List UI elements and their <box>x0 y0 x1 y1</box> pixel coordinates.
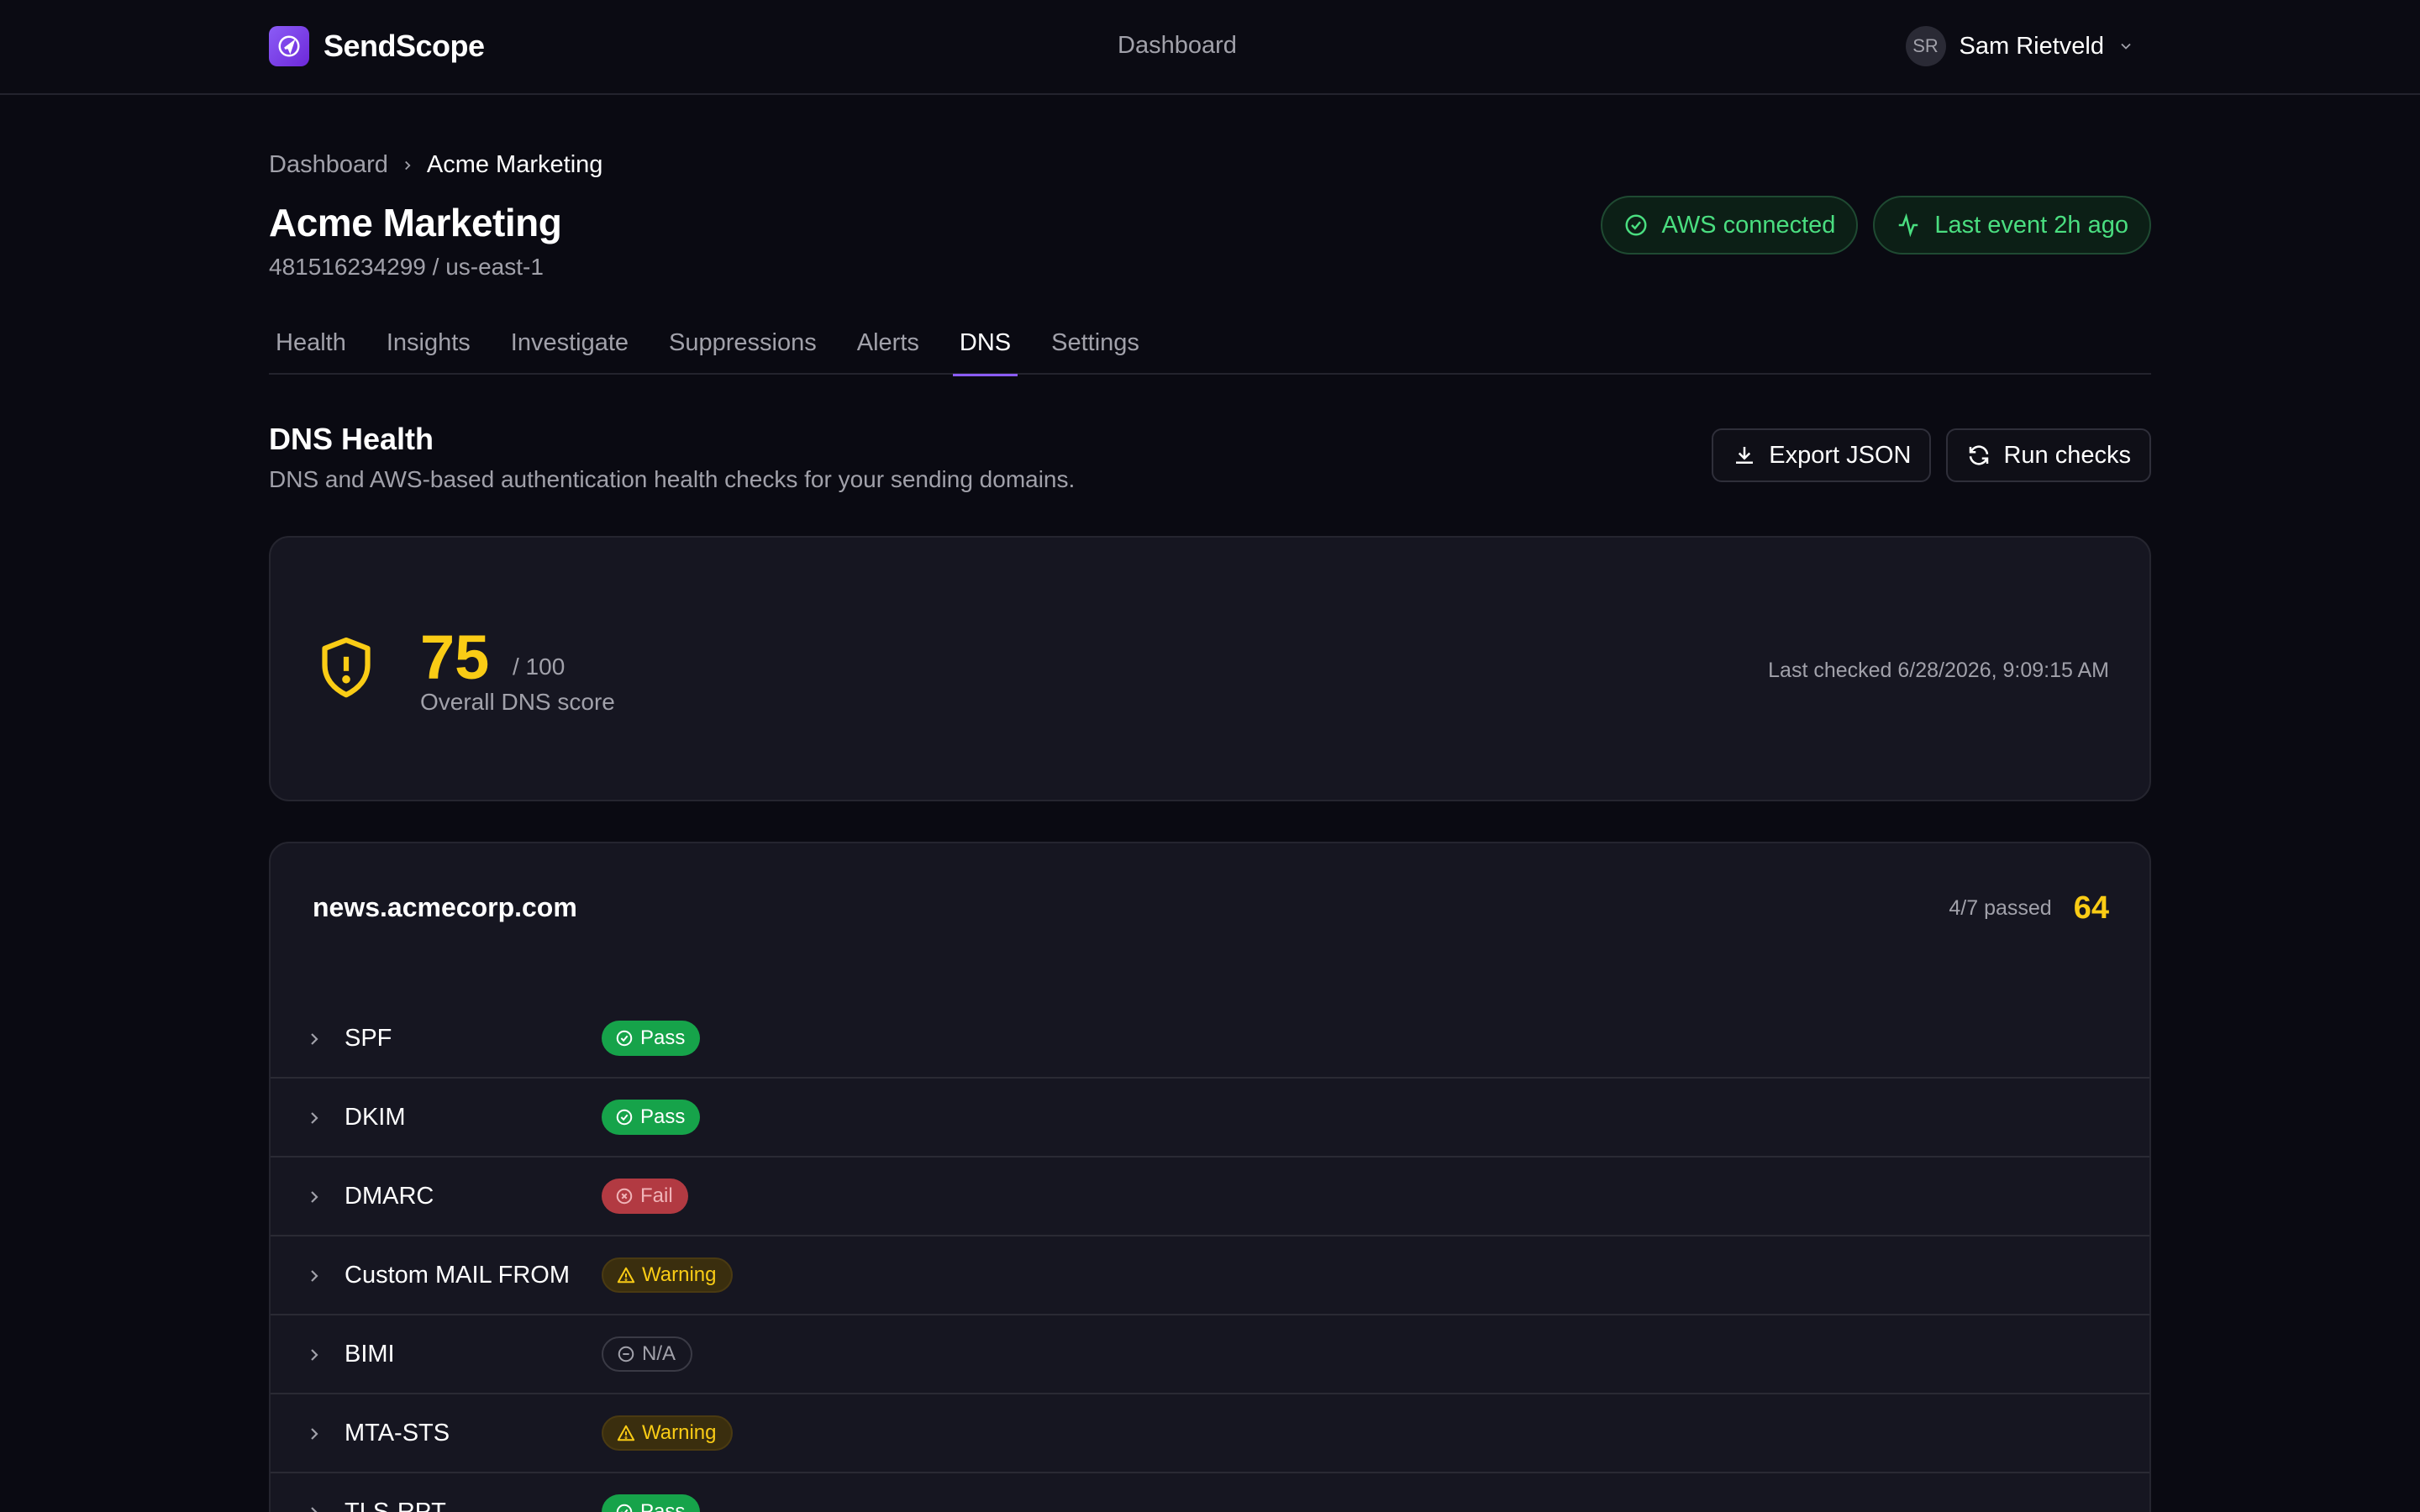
aws-connected-badge: AWS connected <box>1600 196 1859 255</box>
status-label: N/A <box>642 1342 676 1365</box>
last-event-badge: Last event 2h ago <box>1873 196 2151 255</box>
status-label: Fail <box>640 1184 673 1207</box>
check-name: BIMI <box>345 1340 395 1368</box>
top-bar: SendScope Dashboard SR Sam Rietveld <box>0 0 2420 95</box>
check-row-bimi[interactable]: BIMI N/A <box>271 1315 2149 1394</box>
nav-dashboard-link[interactable]: Dashboard <box>1118 32 1237 60</box>
status-badge: Warning <box>602 1415 734 1451</box>
chevron-right-icon <box>311 1270 318 1282</box>
check-list: SPF Pass DKIM Pass DMARC Fail Custom MAI… <box>271 1000 2149 1512</box>
page-title: Acme Marketing <box>269 201 562 244</box>
status-badge: Pass <box>602 1100 701 1135</box>
account-id-region: 481516234299 / us-east-1 <box>269 254 544 280</box>
status-label: Pass <box>640 1105 686 1128</box>
download-icon <box>1736 447 1754 464</box>
breadcrumb-dashboard[interactable]: Dashboard <box>269 151 388 179</box>
check-name: MTA-STS <box>345 1419 450 1446</box>
checks-passed-count: 4/7 passed <box>1949 896 2052 920</box>
chevron-right-icon <box>311 1507 318 1512</box>
check-row-dkim[interactable]: DKIM Pass <box>271 1079 2149 1158</box>
check-name: Custom MAIL FROM <box>345 1261 571 1289</box>
status-badge: Pass <box>602 1021 701 1056</box>
domain-stats: 4/7 passed 64 <box>1949 890 2109 927</box>
breadcrumb-current: Acme Marketing <box>426 151 603 178</box>
check-circle-icon <box>1625 214 1647 236</box>
x-circle-icon <box>616 1188 633 1205</box>
chevron-down-icon <box>2118 38 2134 55</box>
chevron-right-icon <box>400 158 415 173</box>
tab-insights[interactable]: Insights <box>380 319 477 375</box>
brand[interactable]: SendScope <box>269 26 485 66</box>
status-badge: N/A <box>602 1336 693 1372</box>
breadcrumb: Dashboard Acme Marketing <box>269 151 602 179</box>
status-badge: Fail <box>602 1179 688 1214</box>
shield-alert-icon <box>318 635 375 706</box>
section-actions: Export JSON Run checks <box>1712 428 2151 482</box>
section-subtitle: DNS and AWS-based authentication health … <box>269 466 1076 492</box>
overall-score-value: 75 <box>420 622 490 692</box>
check-row-dmarc[interactable]: DMARC Fail <box>271 1158 2149 1236</box>
status-label: Warning <box>642 1263 717 1286</box>
check-row-spf[interactable]: SPF Pass <box>271 1000 2149 1079</box>
export-json-label: Export JSON <box>1769 441 1912 469</box>
check-name: TLS-RPT <box>345 1498 446 1512</box>
minus-circle-icon <box>618 1346 634 1362</box>
overall-score-card: 75 / 100 Overall DNS score Last checked … <box>269 536 2151 801</box>
check-row-mta-sts[interactable]: MTA-STS Warning <box>271 1394 2149 1473</box>
run-checks-button[interactable]: Run checks <box>1946 428 2151 482</box>
tab-health[interactable]: Health <box>269 319 353 375</box>
warning-triangle-icon <box>617 1267 635 1284</box>
check-name: SPF <box>345 1024 392 1052</box>
tab-alerts[interactable]: Alerts <box>850 319 926 375</box>
last-event-label: Last event 2h ago <box>1934 211 2128 239</box>
section-title: DNS Health <box>269 422 434 456</box>
check-row-tls-rpt[interactable]: TLS-RPT Pass <box>271 1473 2149 1512</box>
check-circle-icon <box>616 1030 633 1047</box>
status-label: Warning <box>642 1421 717 1444</box>
status-badge: Pass <box>602 1494 701 1512</box>
warning-triangle-icon <box>617 1425 635 1441</box>
tab-settings[interactable]: Settings <box>1044 319 1146 375</box>
domain-score: 64 <box>2073 890 2109 926</box>
chevron-right-icon <box>311 1112 318 1124</box>
send-logo-icon <box>269 26 309 66</box>
chevron-right-icon <box>311 1191 318 1203</box>
overall-score-max: / 100 <box>513 654 566 680</box>
status-badges: AWS connected Last event 2h ago <box>1600 196 2151 255</box>
check-circle-icon <box>616 1109 633 1126</box>
user-menu[interactable]: SR Sam Rietveld <box>1905 26 2134 66</box>
tab-bar: Health Insights Investigate Suppressions… <box>269 319 2151 376</box>
chevron-right-icon <box>311 1428 318 1440</box>
status-badge: Warning <box>602 1257 734 1293</box>
check-row-custom-mail-from[interactable]: Custom MAIL FROM Warning <box>271 1236 2149 1315</box>
chevron-right-icon <box>311 1033 318 1045</box>
status-label: Pass <box>640 1026 686 1049</box>
user-name: Sam Rietveld <box>1959 32 2104 60</box>
tab-dns[interactable]: DNS <box>952 319 1018 376</box>
avatar: SR <box>1905 26 1946 66</box>
aws-connected-label: AWS connected <box>1661 211 1836 239</box>
status-label: Pass <box>640 1500 686 1512</box>
refresh-icon <box>1970 445 1989 465</box>
domain-card: news.acmecorp.com 4/7 passed 64 SPF Pass… <box>269 842 2151 1512</box>
chevron-right-icon <box>311 1349 318 1361</box>
tab-investigate[interactable]: Investigate <box>504 319 635 375</box>
export-json-button[interactable]: Export JSON <box>1712 428 1932 482</box>
domain-name: news.acmecorp.com <box>313 892 577 922</box>
check-name: DMARC <box>345 1182 434 1210</box>
check-name: DKIM <box>345 1103 406 1131</box>
activity-icon <box>1899 213 1918 238</box>
check-circle-icon <box>616 1504 633 1512</box>
overall-score-label: Overall DNS score <box>420 689 615 715</box>
tab-suppressions[interactable]: Suppressions <box>662 319 823 375</box>
brand-name: SendScope <box>324 29 485 63</box>
run-checks-label: Run checks <box>2003 441 2131 469</box>
last-checked-timestamp: Last checked 6/28/2026, 9:09:15 AM <box>1768 659 2109 682</box>
